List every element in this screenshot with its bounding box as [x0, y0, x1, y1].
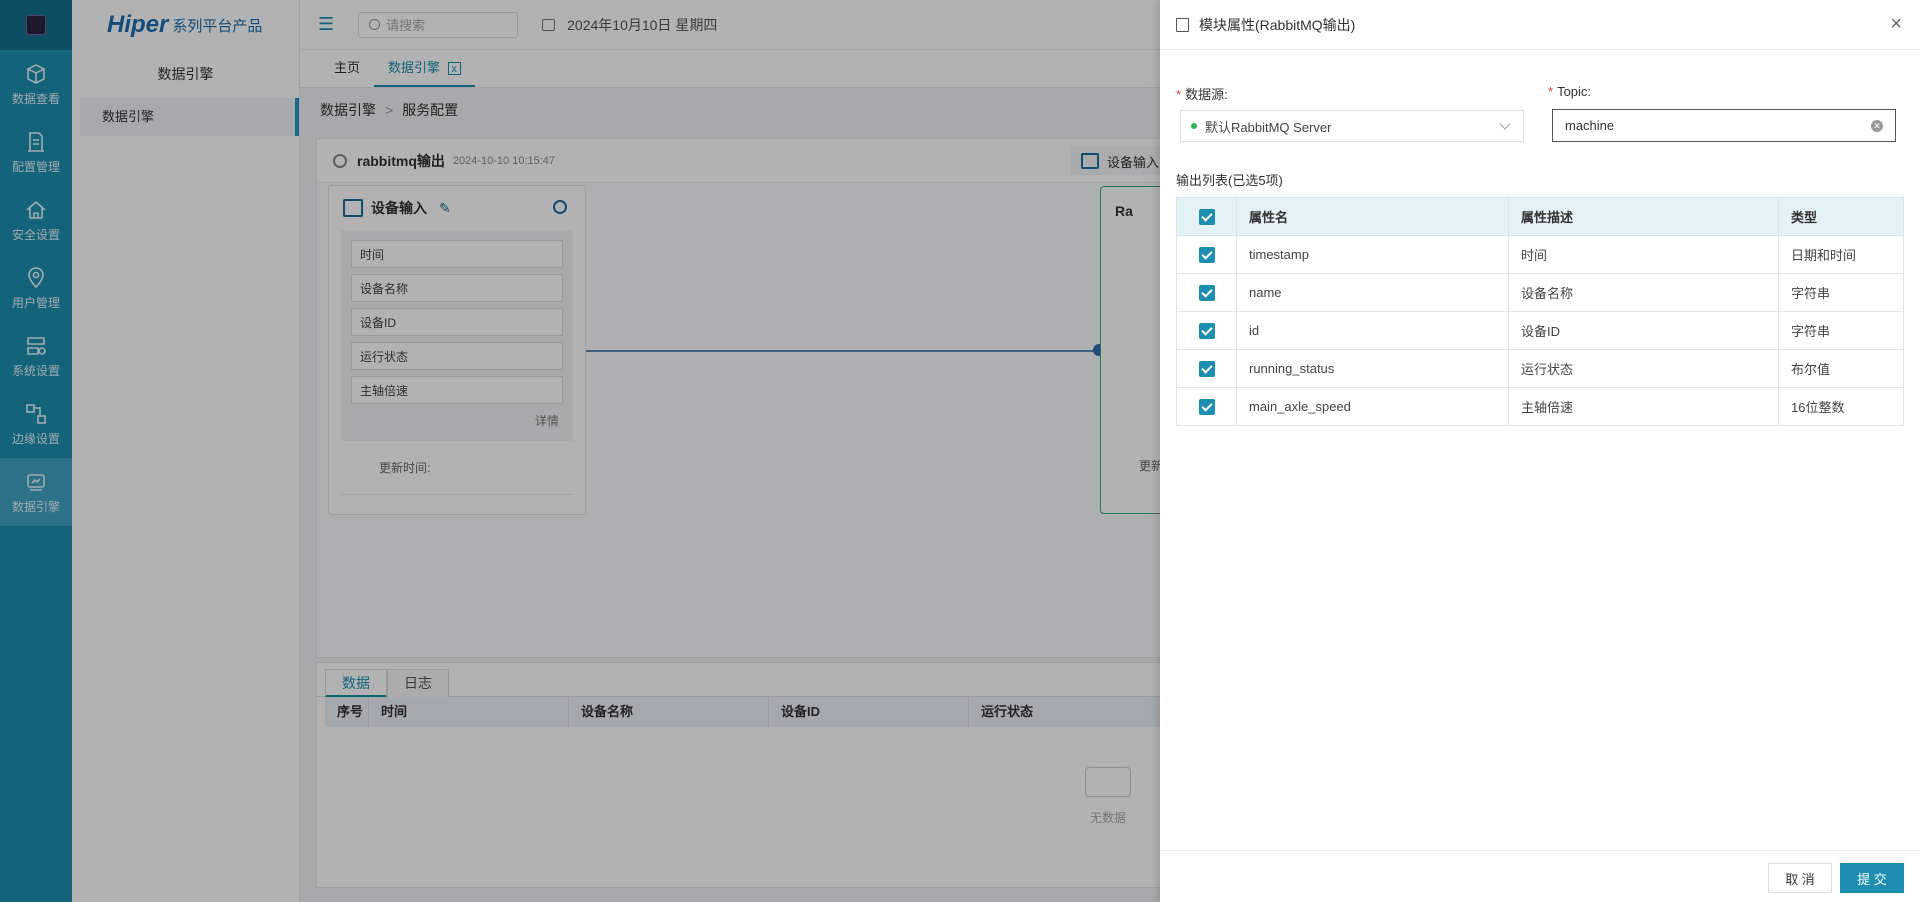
required-mark: * [1548, 84, 1554, 99]
datasource-label: * 数据源: [1176, 84, 1228, 103]
property-desc: 设备名称 [1508, 273, 1779, 312]
property-type: 16位整数 [1778, 387, 1904, 426]
topic-input[interactable]: machine ✕ [1552, 109, 1896, 142]
property-type: 字符串 [1778, 273, 1904, 312]
table-header-row: 属性名 属性描述 类型 [1176, 197, 1904, 236]
table-row[interactable]: main_axle_speed 主轴倍速 16位整数 [1176, 387, 1904, 426]
row-checkbox[interactable] [1198, 322, 1215, 339]
required-mark: * [1176, 87, 1182, 102]
datasource-value: 默认RabbitMQ Server [1205, 119, 1332, 135]
property-name: name [1236, 273, 1509, 312]
column-header: 属性名 [1236, 197, 1509, 236]
row-checkbox[interactable] [1198, 398, 1215, 415]
label-text: Topic: [1557, 84, 1592, 99]
table-row[interactable]: timestamp 时间 日期和时间 [1176, 235, 1904, 274]
select-all-checkbox[interactable] [1198, 208, 1215, 225]
property-name: main_axle_speed [1236, 387, 1509, 426]
label-text: 数据源: [1185, 87, 1228, 102]
property-desc: 设备ID [1508, 311, 1779, 350]
topic-label: * Topic: [1548, 84, 1591, 99]
property-type: 布尔值 [1778, 349, 1904, 388]
table-row[interactable]: id 设备ID 字符串 [1176, 311, 1904, 350]
submit-button[interactable]: 提 交 [1840, 863, 1904, 893]
row-checkbox[interactable] [1198, 360, 1215, 377]
cancel-button[interactable]: 取 消 [1768, 863, 1832, 893]
property-name: id [1236, 311, 1509, 350]
document-icon [1176, 17, 1189, 32]
modal-overlay[interactable] [0, 0, 1160, 902]
property-type: 字符串 [1778, 311, 1904, 350]
table-row[interactable]: running_status 运行状态 布尔值 [1176, 349, 1904, 388]
row-checkbox-cell [1176, 349, 1237, 388]
drawer-footer: 取 消 提 交 [1160, 850, 1920, 902]
column-header: 类型 [1778, 197, 1904, 236]
output-properties-table: 属性名 属性描述 类型 timestamp 时间 日期和时间 name 设备名称… [1176, 197, 1904, 426]
property-desc: 时间 [1508, 235, 1779, 274]
property-desc: 主轴倍速 [1508, 387, 1779, 426]
property-name: running_status [1236, 349, 1509, 388]
output-list-label: 输出列表(已选5项) [1176, 173, 1283, 188]
row-checkbox-cell [1176, 387, 1237, 426]
drawer-header: 模块属性(RabbitMQ输出) [1160, 0, 1920, 50]
row-checkbox[interactable] [1198, 284, 1215, 301]
topic-value: machine [1565, 118, 1615, 133]
column-header: 属性描述 [1508, 197, 1779, 236]
status-dot-icon [1191, 123, 1197, 129]
close-icon[interactable]: × [1890, 14, 1902, 34]
property-desc: 运行状态 [1508, 349, 1779, 388]
module-properties-drawer: 模块属性(RabbitMQ输出) × * 数据源: 默认RabbitMQ Serv… [1160, 0, 1920, 902]
row-checkbox[interactable] [1198, 246, 1215, 263]
property-name: timestamp [1236, 235, 1509, 274]
select-all-cell [1176, 197, 1237, 236]
property-type: 日期和时间 [1778, 235, 1904, 274]
table-row[interactable]: name 设备名称 字符串 [1176, 273, 1904, 312]
row-checkbox-cell [1176, 235, 1237, 274]
clear-icon[interactable]: ✕ [1871, 120, 1883, 132]
chevron-down-icon [1499, 118, 1511, 130]
datasource-select[interactable]: 默认RabbitMQ Server [1180, 110, 1524, 142]
row-checkbox-cell [1176, 311, 1237, 350]
row-checkbox-cell [1176, 273, 1237, 312]
drawer-title: 模块属性(RabbitMQ输出) [1199, 16, 1356, 33]
